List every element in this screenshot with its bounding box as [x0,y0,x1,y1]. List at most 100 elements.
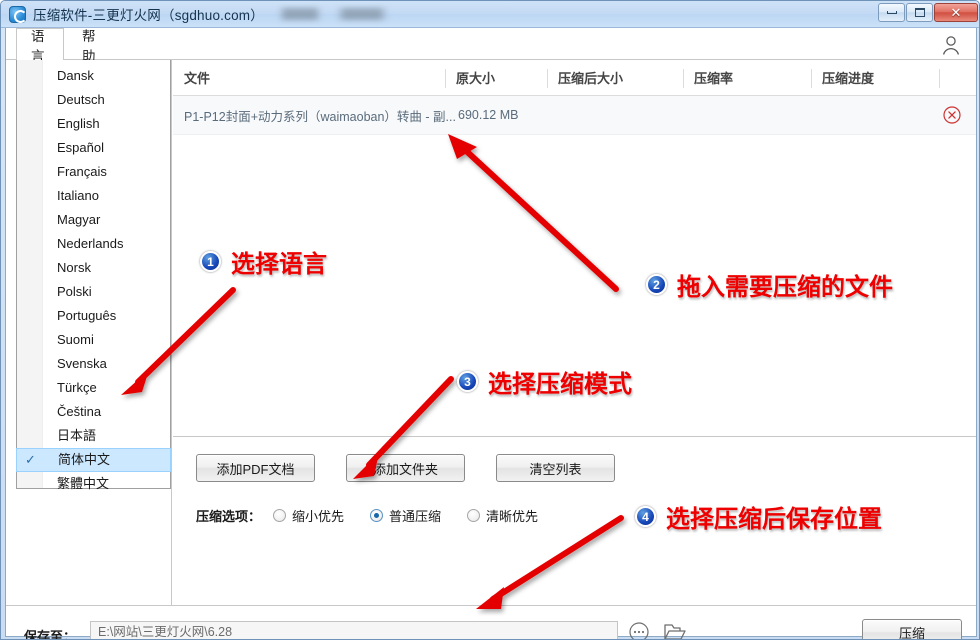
language-item-2[interactable]: Deutsch [17,88,170,112]
language-item-17[interactable]: ✓ 简体中文 [16,448,171,472]
add-folder-button[interactable]: 添加文件夹 [346,454,465,482]
language-item-8[interactable]: Nederlands [17,232,170,256]
language-item-label: Português [57,308,117,323]
language-item-label: 日本語 [57,428,97,443]
radio-button-icon[interactable] [467,509,481,522]
column-divider [547,69,548,88]
radio-button-icon[interactable] [370,509,384,522]
language-item-label: Polski [57,284,92,299]
language-item-11[interactable]: Português [17,304,170,328]
language-dropdown-menu: Dansk Deutsch English Español Français Italia… [16,60,171,491]
language-item-14[interactable]: Türkçe [17,376,170,400]
language-list: Dansk Deutsch English Español Français Italia… [16,60,171,496]
clear-list-button[interactable]: 清空列表 [496,454,615,482]
table-row[interactable]: P1-P12封面+动力系列（waimaoban）转曲 - 副... 690.12… [173,96,976,135]
language-item-16[interactable]: 日本語 [17,424,170,448]
minimize-icon [886,11,897,14]
language-item-label: English [57,116,100,131]
language-item-label: Türkçe [57,380,97,395]
language-item-label: Français [57,164,107,179]
file-table-header: 文件 原大小 压缩后大小 压缩率 压缩进度 [173,61,976,96]
language-item-6[interactable]: Italiano [17,184,170,208]
file-size-cell: 690.12 MB [458,108,519,122]
language-item-13[interactable]: Svenska [17,352,170,376]
save-path-input[interactable]: E:\网站\三更灯火网\6.28 [90,621,618,639]
compress-mode-label: 普通压缩 [389,509,442,524]
compress-options-label: 压缩选项： [196,509,262,524]
language-item-18[interactable]: 繁體中文 [17,472,170,496]
language-item-label: Svenska [57,356,107,371]
window-title: 压缩软件-三更灯火网（sgdhuo.com） [33,8,264,23]
app-logo-icon [9,5,27,23]
column-header-6[interactable] [939,61,976,96]
action-button-row: 添加PDF文档 添加文件夹 清空列表 [196,454,615,482]
column-header-label: 文件 [184,71,211,86]
compress-mode-option-3[interactable]: 清晰优先 [467,506,538,525]
column-header-label: 压缩后大小 [558,71,624,86]
language-item-label: Nederlands [57,236,124,251]
column-divider [811,69,812,88]
column-header-1[interactable]: 文件 [173,61,445,96]
file-name-cell: P1-P12封面+动力系列（waimaoban）转曲 - 副... [184,109,456,124]
add-pdf-button[interactable]: 添加PDF文档 [196,454,315,482]
maximize-icon [914,8,925,17]
language-item-label: Español [57,140,104,155]
compress-mode-label: 缩小优先 [292,509,345,524]
column-header-label: 压缩进度 [822,71,875,86]
language-item-10[interactable]: Polski [17,280,170,304]
save-location-bar: 保存至： E:\网站\三更灯火网\6.28 压缩 [6,605,976,639]
close-button[interactable]: ✕ [934,3,978,22]
column-header-2[interactable]: 原大小 [445,61,547,96]
language-item-15[interactable]: Čeština [17,400,170,424]
column-header-label: 原大小 [456,71,496,86]
language-item-label: 繁體中文 [57,476,110,491]
check-icon: ✓ [25,452,36,467]
column-header-label: 压缩率 [694,71,734,86]
minimize-button[interactable] [878,3,905,22]
column-divider [445,69,446,88]
remove-circle-icon[interactable] [942,105,962,125]
folder-open-icon[interactable] [663,621,687,639]
compress-mode-radio-group: 缩小优先 普通压缩 清晰优先 [273,506,538,525]
controls-panel: 添加PDF文档 添加文件夹 清空列表 压缩选项： 缩小优先 普通压缩 清晰优先 [173,436,976,605]
language-item-9[interactable]: Norsk [17,256,170,280]
language-item-5[interactable]: Français [17,160,170,184]
menu-bar: 语言 帮助 [6,28,976,64]
language-item-label: Čeština [57,404,102,419]
language-item-label: Italiano [57,188,99,203]
application-window: 压缩软件-三更灯火网（sgdhuo.com） ✕ 语言 帮助 Dansk Deu… [0,0,980,640]
compress-mode-option-2[interactable]: 普通压缩 [370,506,441,525]
language-item-12[interactable]: Suomi [17,328,170,352]
language-item-7[interactable]: Magyar [17,208,170,232]
language-item-3[interactable]: English [17,112,170,136]
language-item-label: Magyar [57,212,101,227]
column-divider [939,69,940,88]
column-header-4[interactable]: 压缩率 [683,61,811,96]
client-area: 语言 帮助 Dansk Deutsch English Español Français… [5,28,977,639]
column-header-3[interactable]: 压缩后大小 [547,61,683,96]
ellipsis-circle-icon[interactable] [628,621,650,639]
user-account-icon[interactable] [940,34,962,56]
language-item-label: Suomi [57,332,94,347]
language-item-4[interactable]: Español [17,136,170,160]
tab-language[interactable]: 语言 [16,28,64,64]
window-controls: ✕ [877,3,978,22]
redacted-title-text-1 [277,8,322,20]
compress-mode-option-1[interactable]: 缩小优先 [273,506,344,525]
radio-button-icon[interactable] [273,509,287,522]
compress-options-row: 压缩选项： 缩小优先 普通压缩 清晰优先 [196,506,538,525]
language-item-label: Norsk [57,260,91,275]
language-item-label: Dansk [57,68,94,83]
language-item-1[interactable]: Dansk [17,64,170,88]
language-item-label: 简体中文 [58,452,111,467]
file-drop-area[interactable] [173,136,976,436]
tab-help[interactable]: 帮助 [68,28,116,64]
compress-button[interactable]: 压缩 [862,619,962,639]
compress-mode-label: 清晰优先 [486,509,539,524]
column-header-5[interactable]: 压缩进度 [811,61,939,96]
column-divider [683,69,684,88]
close-icon: ✕ [950,5,962,20]
redacted-title-text-2 [335,8,388,20]
maximize-button[interactable] [906,3,933,22]
title-bar[interactable]: 压缩软件-三更灯火网（sgdhuo.com） ✕ [1,1,979,28]
